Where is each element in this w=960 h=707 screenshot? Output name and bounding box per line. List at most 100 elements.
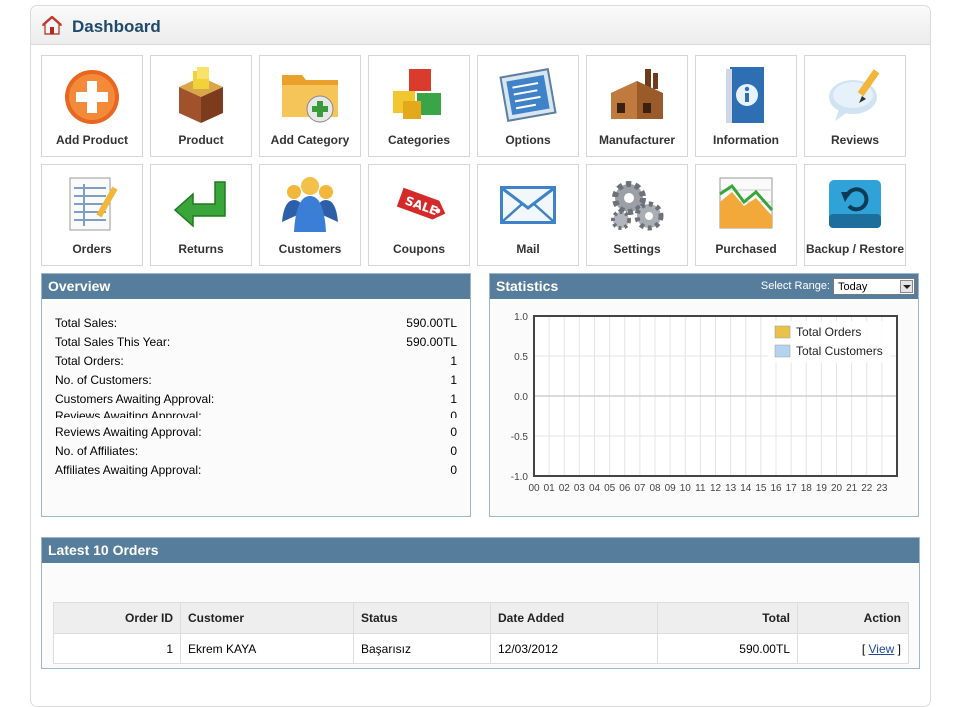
total-cell: 590.00TL bbox=[657, 633, 798, 664]
tile-label: Returns bbox=[178, 242, 224, 256]
tile-label: Information bbox=[713, 133, 779, 147]
table-row: 1 Ekrem KAYA Başarısız 12/03/2012 590.00… bbox=[53, 633, 909, 664]
bracket-close: ] bbox=[897, 641, 901, 656]
overview-label: Reviews Awaiting Approval: bbox=[55, 425, 202, 439]
mail-envelope-icon bbox=[500, 186, 556, 224]
overview-label: Total Sales: bbox=[55, 316, 118, 330]
tile-reviews[interactable]: Reviews bbox=[804, 55, 906, 157]
returns-arrow-icon bbox=[173, 181, 226, 228]
information-book-icon bbox=[726, 67, 764, 123]
tile-label: Add Product bbox=[56, 133, 128, 147]
x-tick-label: 17 bbox=[786, 483, 798, 494]
x-tick-label: 09 bbox=[665, 483, 677, 494]
column-header[interactable]: Date Added bbox=[490, 602, 658, 634]
tile-add-category[interactable]: Add Category bbox=[259, 55, 361, 157]
x-tick-label: 15 bbox=[755, 483, 767, 494]
column-header[interactable]: Order ID bbox=[53, 602, 181, 634]
x-tick-label: 11 bbox=[695, 483, 706, 494]
x-tick-label: 16 bbox=[770, 483, 782, 494]
y-tick-label: 0.5 bbox=[514, 352, 528, 363]
tile-label: Mail bbox=[516, 242, 540, 256]
latest-orders-heading: Latest 10 Orders bbox=[42, 538, 919, 563]
x-tick-label: 13 bbox=[725, 483, 737, 494]
orders-document-icon bbox=[69, 177, 118, 231]
backup-restore-drive-icon bbox=[829, 180, 881, 228]
y-tick-label: -0.5 bbox=[511, 432, 529, 443]
statistics-body: 1.0 0.5 0.0 -0.5 -1.0 00 01 02 03 04 05 06 07 08 09 10 1… bbox=[490, 299, 918, 516]
categories-cubes-icon bbox=[393, 69, 441, 119]
tile-settings[interactable]: Settings bbox=[586, 164, 688, 266]
x-tick-label: 08 bbox=[649, 483, 661, 494]
statistics-panel: Statistics Select Range: Today 1.0 0.5 0.0… bbox=[489, 273, 919, 517]
status-cell: Başarısız bbox=[353, 633, 491, 664]
tile-manufacturer[interactable]: Manufacturer bbox=[586, 55, 688, 157]
tile-purchased[interactable]: Purchased bbox=[695, 164, 797, 266]
y-tick-label: 1.0 bbox=[514, 312, 528, 323]
tile-returns[interactable]: Returns bbox=[150, 164, 252, 266]
tile-mail[interactable]: Mail bbox=[477, 164, 579, 266]
tile-label: Categories bbox=[387, 133, 451, 147]
column-header[interactable]: Status bbox=[353, 602, 491, 634]
tile-coupons[interactable]: SALE Coupons bbox=[368, 164, 470, 266]
x-tick-label: 10 bbox=[680, 483, 692, 494]
legend-swatch bbox=[774, 344, 791, 358]
column-header[interactable]: Total bbox=[657, 602, 798, 634]
overview-row-total-orders: Total Orders: 1 bbox=[55, 354, 457, 370]
overview-value: 1 bbox=[450, 392, 457, 406]
overview-label: Reviews Awaiting Approval: bbox=[55, 409, 202, 418]
customer-cell: Ekrem KAYA bbox=[180, 633, 354, 664]
x-tick-label: 22 bbox=[861, 483, 873, 494]
tile-label: Options bbox=[505, 133, 551, 147]
x-tick-label: 14 bbox=[740, 483, 752, 494]
x-tick-label: 06 bbox=[619, 483, 631, 494]
coupons-tag-icon: SALE bbox=[396, 187, 446, 220]
options-list-icon bbox=[499, 68, 557, 122]
page-title: Dashboard bbox=[72, 17, 161, 36]
home-icon bbox=[42, 16, 62, 35]
tile-options[interactable]: Options bbox=[477, 55, 579, 157]
range-select-value: Today bbox=[838, 281, 868, 293]
overview-value: 590.00TL bbox=[406, 316, 457, 330]
x-tick-label: 01 bbox=[544, 483, 556, 494]
overview-row-affiliates-awaiting: Affiliates Awaiting Approval: 0 bbox=[55, 463, 457, 479]
overview-heading: Overview bbox=[42, 274, 470, 299]
statistics-chart: 1.00.50.0-0.5-1.000 01 02 03 04 05 06 07 08 09 10 1… bbox=[511, 312, 898, 494]
column-header[interactable]: Customer bbox=[180, 602, 354, 634]
overview-label: Total Sales This Year: bbox=[55, 335, 171, 349]
tile-orders[interactable]: Orders bbox=[41, 164, 143, 266]
overview-row-reviews-awaiting-clipped: Reviews Awaiting Approval: 0 bbox=[55, 409, 457, 418]
y-tick-label: 0.0 bbox=[514, 392, 528, 403]
view-order-link[interactable]: View bbox=[869, 642, 895, 656]
overview-row-customers-awaiting: Customers Awaiting Approval: 1 bbox=[55, 392, 457, 408]
legend-swatch bbox=[774, 325, 791, 339]
statistics-title: Statistics bbox=[496, 278, 559, 294]
tile-customers[interactable]: Customers bbox=[259, 164, 361, 266]
overview-value: 0 bbox=[450, 463, 457, 477]
legend-label: Total Customers bbox=[796, 344, 883, 358]
chevron-down-icon[interactable] bbox=[900, 280, 913, 293]
tile-label: Add Category bbox=[270, 133, 350, 147]
range-select[interactable]: Today bbox=[833, 278, 915, 295]
tile-label: Customers bbox=[278, 242, 342, 256]
x-tick-label: 04 bbox=[589, 483, 601, 494]
tile-label: Product bbox=[178, 133, 224, 147]
tile-label: Backup / Restore bbox=[805, 242, 905, 256]
x-tick-label: 12 bbox=[710, 483, 722, 494]
add-category-folder-icon bbox=[282, 75, 338, 123]
overview-row-customers: No. of Customers: 1 bbox=[55, 373, 457, 389]
tile-add-product[interactable]: Add Product bbox=[41, 55, 143, 157]
tile-information[interactable]: Information bbox=[695, 55, 797, 157]
settings-gears-icon bbox=[611, 181, 664, 231]
overview-value: 1 bbox=[450, 373, 457, 387]
tile-categories[interactable]: Categories bbox=[368, 55, 470, 157]
latest-orders-panel: Latest 10 Orders Order ID Customer Statu… bbox=[41, 537, 920, 669]
latest-orders-body: Order ID Customer Status Date Added Tota… bbox=[42, 563, 919, 668]
x-tick-label: 02 bbox=[559, 483, 571, 494]
legend-label: Total Orders bbox=[796, 325, 861, 339]
x-tick-label: 03 bbox=[574, 483, 586, 494]
x-tick-label: 05 bbox=[604, 483, 616, 494]
dashboard-heading: Dashboard bbox=[31, 6, 930, 45]
tile-backup-restore[interactable]: Backup / Restore bbox=[804, 164, 906, 266]
tile-product[interactable]: Product bbox=[150, 55, 252, 157]
statistics-heading: Statistics Select Range: Today bbox=[490, 274, 918, 299]
